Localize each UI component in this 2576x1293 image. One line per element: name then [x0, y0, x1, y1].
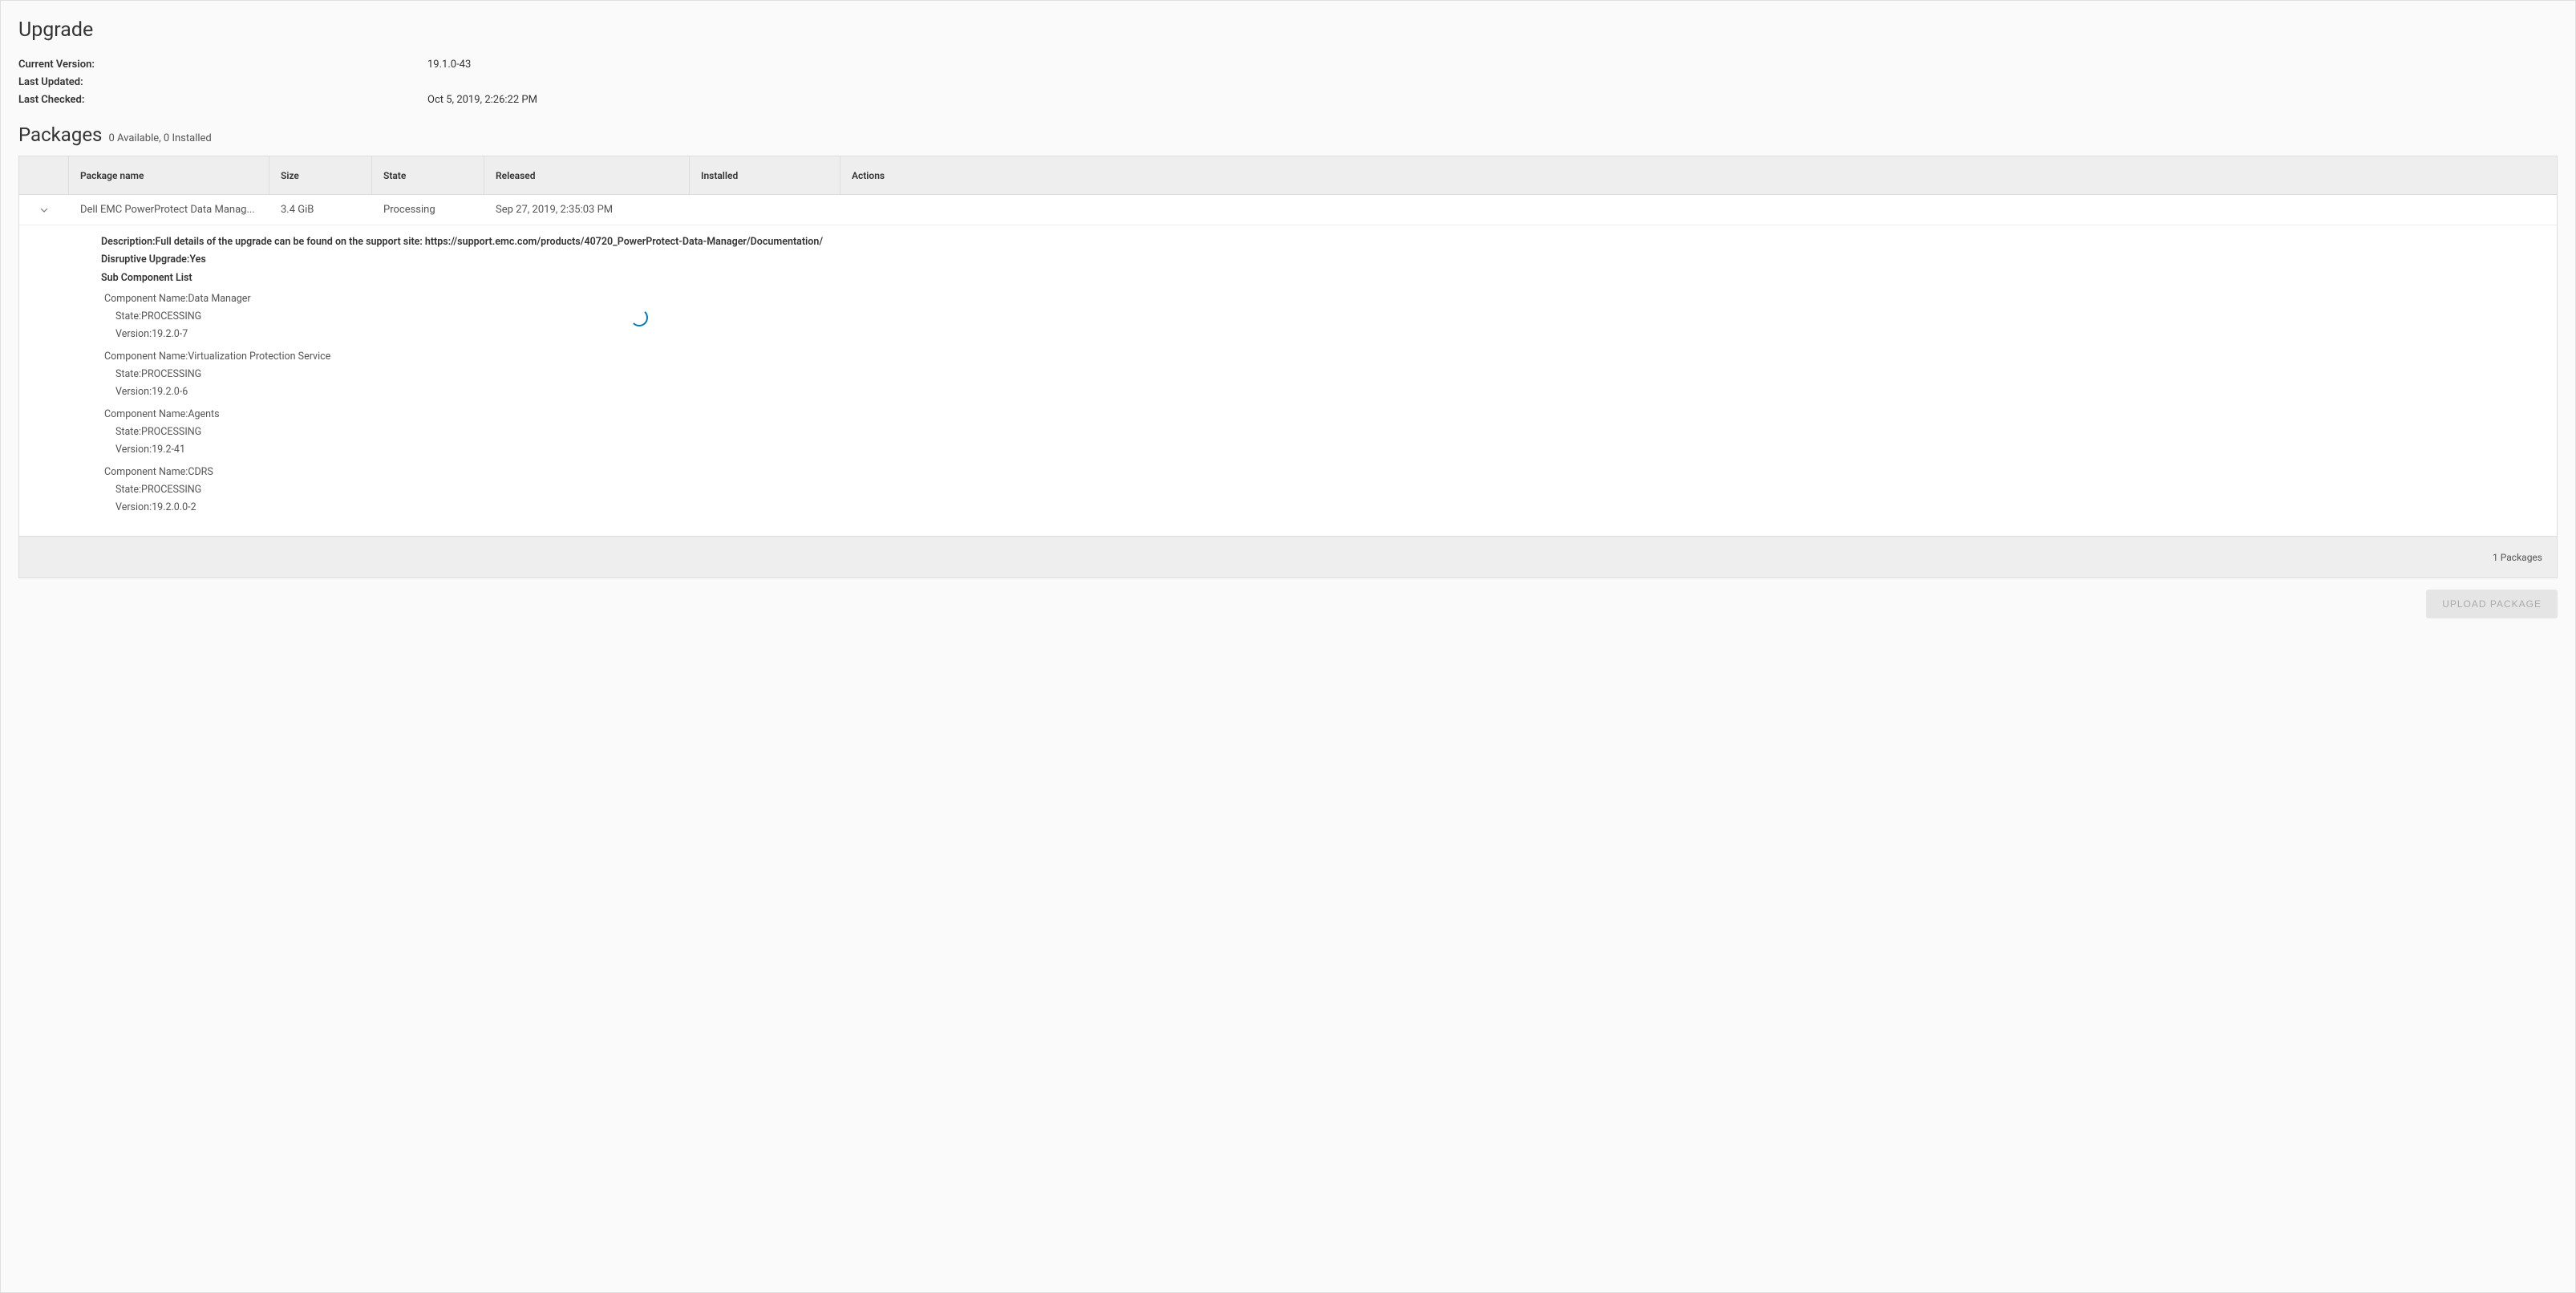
component-block: Component Name:AgentsState:PROCESSINGVer…	[101, 404, 2546, 459]
disruptive-label: Disruptive Upgrade:	[101, 253, 189, 265]
col-header-size[interactable]: Size	[269, 156, 372, 194]
meta-row-current-version: Current Version: 19.1.0-43	[18, 56, 2558, 74]
col-header-toggle	[19, 156, 69, 194]
component-block: Component Name:Virtualization Protection…	[101, 347, 2546, 401]
expand-toggle[interactable]	[19, 206, 69, 214]
component-state-line: State:PROCESSING	[115, 481, 2546, 499]
col-header-name[interactable]: Package name	[69, 156, 269, 194]
component-name-line: Component Name:CDRS	[104, 462, 2546, 481]
col-header-released[interactable]: Released	[484, 156, 690, 194]
spinner-icon	[630, 309, 648, 326]
row-detail-panel: Description:Full details of the upgrade …	[19, 225, 2557, 536]
last-checked-value: Oct 5, 2019, 2:26:22 PM	[427, 91, 537, 109]
col-header-installed[interactable]: Installed	[690, 156, 840, 194]
component-version-line: Version:19.2.0.0-2	[115, 499, 2546, 517]
subcomponent-list-label: Sub Component List	[101, 272, 2546, 284]
component-name-line: Component Name:Data Manager	[104, 289, 2546, 308]
component-version-line: Version:19.2-41	[115, 441, 2546, 459]
detail-disruptive: Disruptive Upgrade:Yes	[101, 251, 2546, 269]
col-header-state[interactable]: State	[372, 156, 484, 194]
packages-datagrid: Package name Size State Released Install…	[18, 156, 2558, 578]
description-label: Description:	[101, 236, 156, 248]
cell-size: 3.4 GiB	[269, 204, 372, 216]
component-version-line: Version:19.2.0-7	[115, 326, 2546, 343]
col-header-actions[interactable]: Actions	[840, 156, 2557, 194]
component-state-line: State:PROCESSING	[115, 308, 2546, 326]
component-state-line: State:PROCESSING	[115, 366, 2546, 383]
table-row[interactable]: Dell EMC PowerProtect Data Manag... 3.4 …	[19, 195, 2557, 225]
current-version-label: Current Version:	[18, 56, 427, 74]
cell-package-name: Dell EMC PowerProtect Data Manag...	[69, 204, 269, 216]
chevron-down-icon	[40, 206, 48, 214]
component-state-line: State:PROCESSING	[115, 424, 2546, 441]
component-name-line: Component Name:Virtualization Protection…	[104, 347, 2546, 366]
detail-description: Description:Full details of the upgrade …	[101, 233, 2546, 251]
page-actions: UPLOAD PACKAGE	[18, 590, 2558, 618]
meta-row-last-checked: Last Checked: Oct 5, 2019, 2:26:22 PM	[18, 91, 2558, 109]
datagrid-footer: 1 Packages	[19, 536, 2557, 578]
description-text: Full details of the upgrade can be found…	[156, 236, 824, 248]
version-metadata: Current Version: 19.1.0-43 Last Updated:…	[18, 56, 2558, 109]
upload-package-button[interactable]: UPLOAD PACKAGE	[2426, 590, 2558, 618]
component-block: Component Name:CDRSState:PROCESSINGVersi…	[101, 462, 2546, 517]
packages-summary: 0 Available, 0 Installed	[108, 132, 211, 144]
packages-section-header: Packages 0 Available, 0 Installed	[18, 124, 2558, 146]
last-checked-label: Last Checked:	[18, 91, 427, 109]
loading-indicator	[630, 309, 648, 326]
component-name-line: Component Name:Agents	[104, 404, 2546, 424]
last-updated-label: Last Updated:	[18, 74, 427, 91]
cell-released: Sep 27, 2019, 2:35:03 PM	[484, 204, 690, 216]
component-version-line: Version:19.2.0-6	[115, 383, 2546, 401]
footer-count: 1 Packages	[2493, 552, 2542, 563]
cell-state: Processing	[372, 204, 484, 216]
datagrid-header: Package name Size State Released Install…	[19, 156, 2557, 195]
page-title: Upgrade	[18, 18, 2558, 42]
packages-title: Packages	[18, 124, 102, 146]
component-block: Component Name:Data ManagerState:PROCESS…	[101, 289, 2546, 343]
current-version-value: 19.1.0-43	[427, 56, 471, 74]
disruptive-value: Yes	[189, 253, 205, 265]
meta-row-last-updated: Last Updated:	[18, 74, 2558, 91]
upgrade-page: Upgrade Current Version: 19.1.0-43 Last …	[0, 0, 2576, 1293]
